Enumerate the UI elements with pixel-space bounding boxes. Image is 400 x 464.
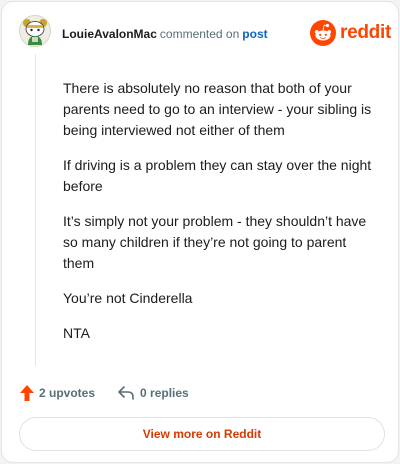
comment-paragraph: It’s simply not your problem - they shou… — [63, 213, 367, 271]
comment-header: LouieAvalonMac commented on post — [62, 27, 268, 42]
upvote-arrow-icon — [20, 385, 34, 401]
upvote-button[interactable]: 2 upvotes — [19, 384, 95, 402]
user-avatar-icon[interactable] — [19, 15, 51, 47]
post-link[interactable]: post — [242, 27, 267, 41]
comment-paragraph: If driving is a problem they can stay ov… — [63, 157, 372, 194]
username[interactable]: LouieAvalonMac — [62, 27, 157, 41]
comment-footer: 2 upvotes 0 replies — [19, 383, 189, 403]
thread-line — [35, 54, 36, 366]
reply-arrow-icon — [118, 386, 134, 400]
reddit-wordmark: reddit — [340, 22, 391, 43]
comment-body: There is absolutely no reason that both … — [63, 78, 373, 358]
reddit-snoo-icon — [310, 20, 336, 46]
comment-embed-card: LouieAvalonMac commented on post reddit Th… — [1, 1, 399, 463]
comment-paragraph: There is absolutely no reason that both … — [63, 80, 372, 138]
comment-action-text: commented on — [159, 27, 240, 41]
view-more-button[interactable]: View more on Reddit — [19, 417, 385, 451]
reply-count: 0 replies — [140, 386, 189, 400]
upvote-count: 2 upvotes — [39, 386, 96, 400]
reddit-logo[interactable]: reddit — [310, 20, 391, 46]
comment-paragraph: NTA — [63, 325, 90, 341]
reply-button[interactable]: 0 replies — [117, 385, 189, 401]
comment-paragraph: You’re not Cinderella — [63, 290, 193, 306]
